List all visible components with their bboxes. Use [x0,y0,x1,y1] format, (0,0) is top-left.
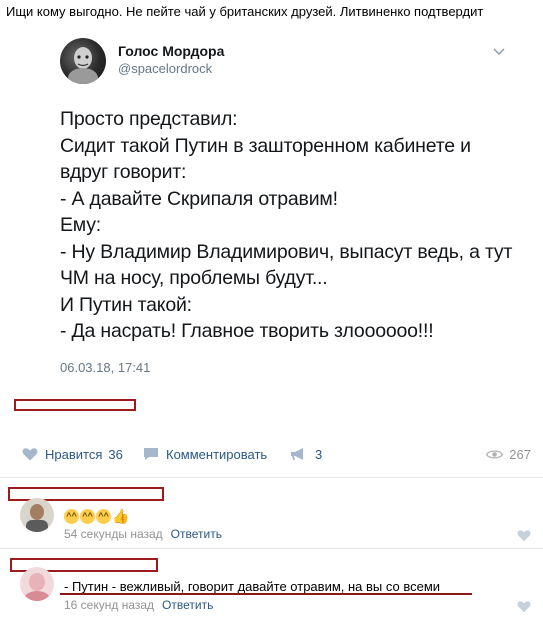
post-actions-bar: Нравится 36 Комментировать 3 267 [0,438,543,470]
tweet-line: вдруг говорит: [60,161,187,183]
thumbs-up-icon: 👍 [112,508,130,525]
comment-meta: 54 секунды назад Ответить [64,527,222,541]
heart-icon[interactable] [517,529,531,542]
tweet-line: - Да насрать! Главное творить злоооооо!!… [60,320,434,342]
comment-underline-mark [60,593,472,595]
tweet-line: ЧМ на носу, проблемы будут... [60,267,328,289]
heart-icon [22,448,38,461]
laughing-emoji-icon: ^^ [64,509,79,525]
views-count: 267 [509,446,531,462]
views-counter: 267 [486,438,531,470]
like-label: Нравится [45,446,103,462]
share-count: 3 [315,446,323,462]
tweet-line: И Путин такой: [60,293,192,316]
comment-label: Комментировать [166,446,268,462]
heart-icon[interactable] [517,600,531,613]
redacted-author-box [14,399,136,411]
tweet-line: - Ну Владимир Владимирович, выпасут ведь… [60,240,513,263]
reply-link[interactable]: Ответить [162,598,213,612]
reply-link[interactable]: Ответить [171,527,222,541]
laughing-emoji-icon: ^^ [80,509,95,525]
laughing-emoji-icon: ^^ [96,509,111,525]
comment-item: - Путин - вежливый, говорит давайте отра… [0,549,543,619]
commenter-avatar[interactable] [20,498,54,532]
share-button[interactable]: 3 [290,438,322,470]
like-button[interactable]: Нравится 36 [22,438,123,470]
megaphone-icon [291,448,303,460]
like-count: 36 [108,446,123,462]
comment-button[interactable]: Комментировать [143,438,267,470]
eye-icon [486,449,504,459]
comment-icon [144,448,158,460]
comment-time[interactable]: 54 секунды назад [64,527,163,541]
comment-time[interactable]: 16 секунд назад [64,598,154,612]
commenter-avatar[interactable] [20,567,54,601]
tweet-line: Просто представил: [60,108,238,130]
tweet-line: - А давайте Скрипаля отравим! [60,187,338,210]
tweet-date: 06.03.18, 17:41 [60,360,151,375]
chevron-down-icon[interactable] [492,44,506,58]
post-caption: Ищи кому выгодно. Не пейте чай у британс… [6,4,484,19]
comment-item: ^^ ^^ ^^ 👍 54 секунды назад Ответить [0,478,543,548]
tweet-line: Сидит такой Путин в зашторенном кабинете… [60,134,471,157]
comment-emoji-row: ^^ ^^ ^^ 👍 [64,508,129,525]
tweet-author-avatar[interactable] [60,38,106,84]
tweet-author-name[interactable]: Голос Мордора [118,43,224,59]
comment-text: - Путин - вежливый, говорит давайте отра… [64,579,441,594]
tweet-author-handle[interactable]: @spacelordrock [118,61,212,76]
comment-meta: 16 секунд назад Ответить [64,598,213,612]
tweet-body: Просто представил: Сидит такой Путин в з… [60,106,513,345]
tweet-line: Ему: [60,214,101,236]
